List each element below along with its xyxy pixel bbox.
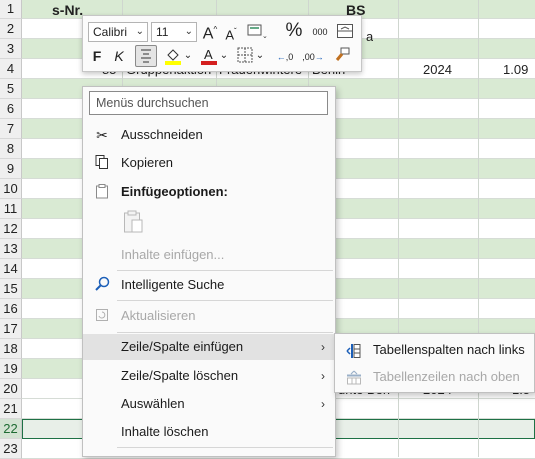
row-header[interactable]: 3 [0,39,22,59]
fill-color-icon[interactable] [163,46,183,71]
center-align-icon[interactable] [135,45,157,67]
chevron-right-icon: › [321,397,325,411]
row-header[interactable]: 15 [0,279,22,299]
font-color-icon[interactable]: A [199,46,219,71]
menu-item-paste-options: Einfügeoptionen: [83,179,335,205]
font-grow-icon[interactable]: A^ [201,20,219,44]
insert-submenu: Tabellenspalten nach links Tabellenzeile… [334,333,535,393]
clipboard-icon [93,183,111,201]
menu-item-refresh[interactable]: Aktualisieren [83,303,335,329]
row-header[interactable]: 9 [0,159,22,179]
chevron-down-icon: ⌄ [184,26,193,37]
row-header[interactable]: 8 [0,139,22,159]
row-header[interactable]: 17 [0,319,22,339]
menu-item-delete-row-column[interactable]: Zeile/Spalte löschen › [83,363,335,389]
insert-column-left-icon [346,342,362,358]
menu-separator [117,447,333,448]
menu-item-paste-special[interactable]: Inhalte einfügen... [83,242,335,268]
row-header[interactable]: 20 [0,379,22,399]
font-name-select[interactable]: Calibri ⌄ [88,22,148,42]
row-header[interactable]: 21 [0,399,22,419]
menu-separator [117,270,333,271]
table-cell[interactable]: 1.09 [503,62,528,77]
table-cell[interactable]: 2024 [423,62,452,77]
row-header[interactable]: 19 [0,359,22,379]
row-header[interactable]: 7 [0,119,22,139]
menu-search-input[interactable]: Menüs durchsuchen [89,91,328,115]
row-header[interactable]: 16 [0,299,22,319]
font-shrink-icon[interactable]: Aˇ [223,22,239,45]
menu-item-select[interactable]: Auswählen › [83,391,335,417]
row-header[interactable]: 23 [0,439,22,459]
row-header[interactable]: 11 [0,199,22,219]
row-header[interactable]: 2 [0,19,22,39]
number-format-icon[interactable]: ⌄ [245,22,269,45]
italic-icon[interactable]: K [111,46,127,66]
format-painter-icon[interactable] [331,46,353,69]
mini-toolbar: Calibri ⌄ 11 ⌄ A^ Aˇ ⌄ % 000 F K ⌄ A ⌄ ⌄… [82,15,362,72]
row-header[interactable]: 22 [0,419,22,439]
search-icon [93,276,111,294]
font-size-select[interactable]: 11 ⌄ [151,22,197,42]
menu-item-insert-column-left[interactable]: Tabellenspalten nach links [335,337,534,363]
chevron-down-icon[interactable]: ⌄ [183,46,193,66]
merge-cells-icon[interactable] [334,22,356,45]
thousands-separator-icon[interactable]: 000 [309,22,331,42]
row-header[interactable]: 18 [0,339,22,359]
row-header[interactable]: 10 [0,179,22,199]
bold-icon[interactable]: F [89,46,105,66]
menu-item-copy[interactable]: Kopieren [83,150,335,176]
row-header[interactable]: 12 [0,219,22,239]
row-header[interactable]: 1 [0,0,22,19]
refresh-icon [93,307,111,325]
font-size-value: 11 [156,25,169,39]
menu-item-insert-row-above[interactable]: Tabellenzeilen nach oben [335,364,534,390]
table-cell[interactable]: a [366,29,373,44]
scissors-icon: ✂ [96,127,108,143]
context-menu: Menüs durchsuchen ✂ Ausschneiden Kopiere… [82,86,336,457]
menu-separator [117,300,333,301]
percent-icon[interactable]: % [283,21,305,41]
menu-item-cut[interactable]: ✂ Ausschneiden [83,122,335,148]
decrease-decimal-icon[interactable]: ,00→ [301,47,325,67]
copy-icon [93,154,111,172]
svg-text:⌄: ⌄ [262,33,268,40]
chevron-right-icon: › [321,340,325,354]
increase-decimal-icon[interactable]: ←,0 [273,47,297,67]
chevron-right-icon: › [321,369,325,383]
menu-separator [117,332,333,333]
column-header-cell[interactable]: s-Nr. [52,2,83,18]
chevron-down-icon[interactable]: ⌄ [219,46,229,66]
insert-row-above-icon [346,369,362,385]
row-header[interactable]: 14 [0,259,22,279]
menu-item-clear-contents[interactable]: Inhalte löschen [83,419,335,445]
borders-icon[interactable] [235,46,255,69]
chevron-down-icon[interactable]: ⌄ [255,46,265,66]
row-header[interactable]: 5 [0,79,22,99]
menu-item-icon [95,451,111,457]
font-name-value: Calibri [93,25,128,39]
row-header[interactable]: 6 [0,99,22,119]
row-header[interactable]: 13 [0,239,22,259]
menu-item-smart-lookup[interactable]: Intelligente Suche [83,272,335,298]
chevron-down-icon: ⌄ [135,26,144,37]
svg-text:A: A [204,47,213,62]
paste-button[interactable] [121,209,145,235]
menu-item-insert-row-column[interactable]: Zeile/Spalte einfügen › [83,334,335,360]
row-header[interactable]: 4 [0,59,22,79]
